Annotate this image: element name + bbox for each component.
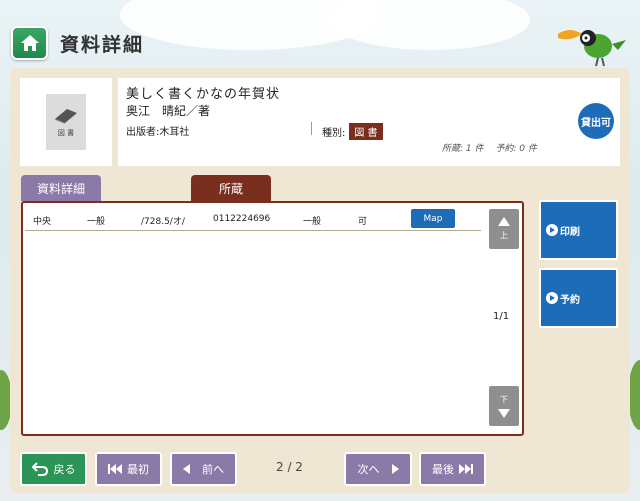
return-arrow-icon [31, 462, 48, 476]
toucan-mascot-icon [558, 30, 626, 67]
tab-holding[interactable]: 所蔵 [191, 175, 271, 201]
triangle-down-icon [498, 409, 510, 418]
table-row: 中央 一般 /728.5/オ/ 0112224696 一般 可 Map [25, 207, 481, 231]
play-icon [546, 224, 558, 236]
scroll-down-button[interactable]: 下 [489, 386, 519, 426]
book-thumbnail: 図 書 [20, 78, 112, 166]
reserve-label: 予約 [560, 294, 580, 306]
page-title: 資料詳細 [60, 34, 145, 56]
divider [311, 122, 312, 135]
page-counter: 2 / 2 [276, 460, 303, 474]
back-button[interactable]: 戻る [20, 452, 87, 486]
book-icon [55, 108, 77, 124]
tab-detail[interactable]: 資料詳細 [21, 175, 101, 201]
skip-last-icon [459, 464, 473, 474]
print-label: 印刷 [560, 226, 580, 238]
shelf-cell: 一般 [303, 217, 322, 227]
prev-label: 前へ [202, 463, 224, 476]
home-button[interactable] [11, 26, 48, 60]
chevron-left-icon [183, 464, 190, 474]
skip-first-icon [108, 464, 122, 474]
book-thumbnail-placeholder: 図 書 [46, 94, 86, 150]
prev-page-button[interactable]: 前へ [170, 452, 237, 486]
book-title: 美しく書くかなの年賀状 [126, 87, 281, 102]
book-info: 美しく書くかなの年賀状 奥江 晴紀／著 出版者:木耳社 種別: 図 書 所蔵: … [118, 78, 620, 166]
first-label: 最初 [127, 463, 149, 476]
last-page-button[interactable]: 最後 [419, 452, 486, 486]
triangle-up-icon [498, 217, 510, 226]
next-label: 次へ [357, 463, 380, 476]
book-type: 種別: 図 書 [322, 123, 383, 140]
header: 資料詳細 [0, 0, 640, 67]
map-button[interactable]: Map [411, 209, 455, 228]
play-icon [546, 292, 558, 304]
type-label: 種別: [322, 128, 346, 139]
type-badge: 図 書 [349, 123, 383, 140]
book-publisher: 出版者:木耳社 [126, 127, 190, 138]
back-label: 戻る [53, 463, 76, 476]
scroll-up-button[interactable]: 上 [489, 209, 519, 249]
holding-list: 中央 一般 /728.5/オ/ 0112224696 一般 可 Map 上 1/… [21, 201, 524, 436]
lend-status-badge: 貸出可 [578, 103, 614, 139]
material-id-cell: 0112224696 [213, 214, 271, 224]
last-label: 最後 [432, 463, 454, 476]
thumbnail-label: 図 書 [57, 128, 75, 137]
location-cell: 中央 [33, 217, 52, 227]
call-number-cell: /728.5/オ/ [141, 217, 185, 227]
list-page-indicator: 1/1 [493, 311, 510, 322]
scroll-down-label: 下 [500, 395, 508, 404]
print-button[interactable]: 印刷 [539, 200, 618, 260]
scroll-up-label: 上 [500, 231, 508, 240]
chevron-right-icon [391, 464, 399, 474]
holdings-summary: 所蔵: 1 件 予約: 0 件 [442, 144, 537, 154]
category-cell: 一般 [87, 217, 106, 227]
reserve-button[interactable]: 予約 [539, 268, 618, 328]
book-author: 奥江 晴紀／著 [126, 104, 211, 118]
home-icon [20, 35, 39, 51]
status-cell: 可 [358, 217, 368, 227]
first-page-button[interactable]: 最初 [95, 452, 162, 486]
next-page-button[interactable]: 次へ [344, 452, 412, 486]
